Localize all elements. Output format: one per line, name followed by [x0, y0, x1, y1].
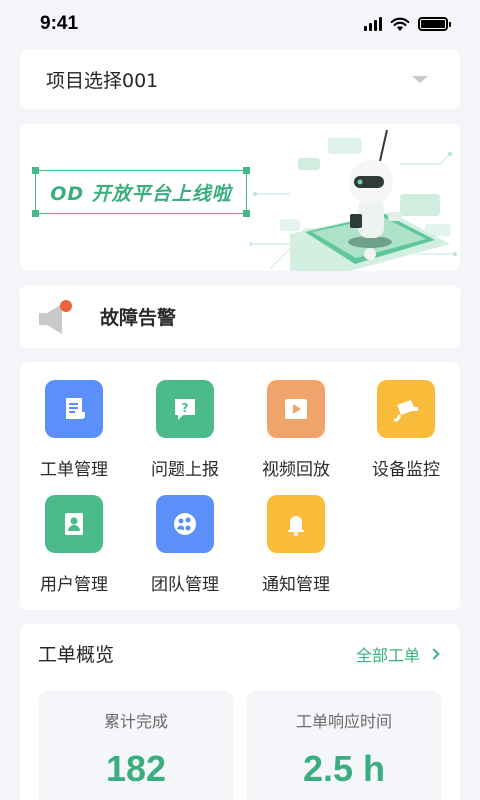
bell-icon: [267, 495, 325, 553]
camera-icon: [377, 380, 435, 438]
banner-text: OD 开放平台上线啦: [50, 182, 232, 205]
menu-item-notification-management[interactable]: 通知管理: [246, 495, 346, 595]
chevron-right-icon: [428, 648, 440, 660]
document-icon: [45, 380, 103, 438]
menu-item-label: 问题上报: [151, 460, 219, 480]
promo-banner[interactable]: OD 开放平台上线啦: [20, 124, 460, 271]
svg-text:?: ?: [182, 401, 189, 415]
wifi-icon: [390, 17, 410, 31]
overview-title: 工单概览: [38, 644, 115, 666]
menu-item-label: 工单管理: [40, 460, 108, 480]
menu-item-issue-report[interactable]: ? 问题上报: [135, 380, 235, 480]
stat-response-time[interactable]: 工单响应时间 2.5 h: [247, 690, 441, 800]
stat-label: 累计完成: [103, 712, 168, 731]
menu-item-label: 视频回放: [262, 460, 330, 480]
menu-item-label: 设备监控: [372, 460, 440, 480]
project-select-value: 项目选择001: [46, 69, 159, 92]
question-icon: ?: [156, 380, 214, 438]
menu-item-device-monitoring[interactable]: 设备监控: [356, 380, 456, 480]
all-tickets-link[interactable]: 全部工单: [355, 642, 440, 666]
status-bar: 9:41: [0, 0, 480, 48]
all-tickets-label: 全部工单: [355, 646, 420, 665]
ticket-overview: 工单概览 全部工单 累计完成 182 工单响应时间 2.5 h: [20, 624, 460, 800]
status-time: 9:41: [40, 13, 79, 34]
caret-down-icon: [412, 75, 428, 83]
signal-icon: [364, 17, 382, 31]
stat-completed[interactable]: 累计完成 182: [39, 690, 233, 800]
project-select[interactable]: 项目选择001: [20, 49, 460, 109]
play-icon: [267, 380, 325, 438]
feature-grid: 工单管理 ? 问题上报 视频回放 设备监控 用户管理 团队管理 通知管理: [20, 362, 460, 610]
stat-value: 2.5 h: [302, 748, 386, 789]
menu-item-ticket-management[interactable]: 工单管理: [24, 380, 124, 480]
robot-illustration: [250, 129, 457, 271]
menu-item-user-management[interactable]: 用户管理: [24, 495, 124, 595]
status-icons: [364, 17, 451, 32]
menu-item-label: 用户管理: [40, 575, 108, 595]
alert-text: 故障告警: [100, 307, 177, 329]
menu-item-video-playback[interactable]: 视频回放: [246, 380, 346, 480]
speaker-icon: [38, 299, 72, 334]
user-card-icon: [45, 495, 103, 553]
stat-label: 工单响应时间: [295, 712, 392, 731]
menu-item-team-management[interactable]: 团队管理: [135, 495, 235, 595]
menu-item-label: 团队管理: [151, 575, 219, 595]
team-icon: [156, 495, 214, 553]
fault-alert-bar[interactable]: 故障告警: [20, 285, 460, 348]
alert-dot: [60, 299, 72, 312]
battery-icon: [418, 17, 451, 31]
stat-value: 182: [105, 748, 167, 789]
banner-frame: OD 开放平台上线啦: [32, 167, 250, 217]
menu-item-label: 通知管理: [262, 575, 330, 595]
